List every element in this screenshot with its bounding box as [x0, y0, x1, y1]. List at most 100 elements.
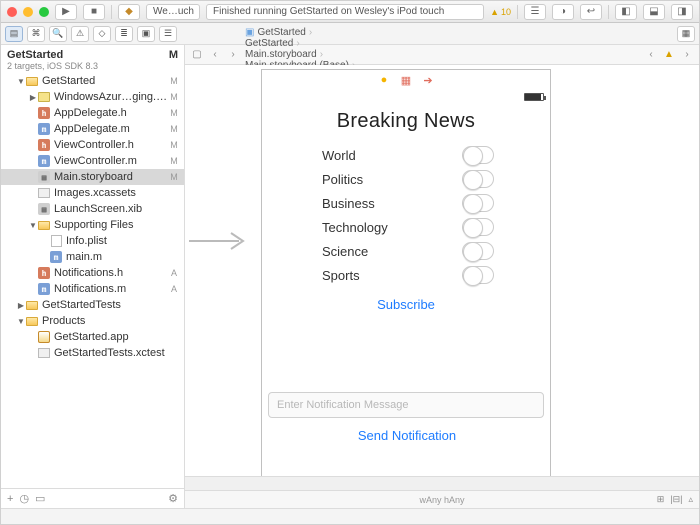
report-navigator-tab[interactable]: ☰ [159, 26, 177, 42]
file-label: WindowsAzur…ging.framework [54, 91, 168, 103]
activity-viewer: Finished running GetStarted on Wesley's … [206, 4, 484, 20]
chevron-right-icon: › [296, 38, 299, 49]
jump-bar[interactable]: ▢ ‹ › ▣ GetStarted › GetStarted › Main.s… [185, 45, 699, 65]
disclosure-triangle-icon[interactable]: ▶ [17, 301, 25, 310]
constraints-resolve-icon[interactable]: ▵ [688, 494, 693, 505]
minimize-window-button[interactable] [23, 7, 33, 17]
jump-bar-segment[interactable]: ▣ GetStarted › [243, 27, 357, 38]
warning-icon: ▲ [490, 7, 499, 17]
back-button[interactable]: ‹ [207, 48, 223, 62]
close-window-button[interactable] [7, 7, 17, 17]
category-row: Sports [262, 263, 550, 287]
editor-area: ▢ ‹ › ▣ GetStarted › GetStarted › Main.s… [185, 45, 699, 508]
filter-recent-icon[interactable]: ◷ [19, 492, 29, 505]
category-switch[interactable] [462, 194, 494, 212]
category-switch[interactable] [462, 170, 494, 188]
size-class-bar[interactable]: wAny hAny ⊞ |⊟| ▵ [185, 490, 699, 508]
first-responder-icon[interactable]: ▦ [400, 74, 412, 86]
toggle-utilities-button[interactable]: ◨ [671, 4, 693, 20]
assistant-editor-button[interactable]: ◑ [552, 4, 574, 20]
breakpoint-navigator-tab[interactable]: ▣ [137, 26, 155, 42]
send-notification-button[interactable]: Send Notification [262, 428, 552, 443]
test-navigator-tab[interactable]: ◇ [93, 26, 111, 42]
exit-icon[interactable]: ➔ [422, 74, 434, 86]
next-button[interactable]: › [679, 48, 695, 62]
view-controller-scene[interactable]: ● ▦ ➔ Breaking News WorldPoliticsBusines… [261, 69, 551, 476]
category-switch[interactable] [462, 218, 494, 236]
file-tree-item[interactable]: mNotifications.mA [1, 281, 184, 297]
disclosure-triangle-icon[interactable]: ▼ [17, 317, 25, 326]
toggle-navigator-button[interactable]: ◧ [615, 4, 637, 20]
constraints-pin-icon[interactable]: |⊟| [670, 494, 682, 505]
file-tree[interactable]: ▼GetStartedM ▶ WindowsAzur…ging.framework M… [1, 73, 184, 488]
file-label: Info.plist [66, 235, 168, 247]
category-switch[interactable] [462, 146, 494, 164]
file-label: Notifications.m [54, 283, 168, 295]
folder-icon: ▣ [245, 27, 254, 38]
debug-navigator-tab[interactable]: ≣ [115, 26, 133, 42]
notification-message-input[interactable]: Enter Notification Message [268, 392, 544, 418]
prev-issue-button[interactable]: ‹ [643, 48, 659, 62]
scm-badge: M [168, 156, 180, 166]
disclosure-triangle-icon[interactable]: ▼ [29, 221, 37, 230]
stop-button[interactable]: ■ [83, 4, 105, 20]
add-button[interactable]: + [7, 493, 13, 505]
file-tree-item[interactable]: ▶GetStartedTests [1, 297, 184, 313]
file-tree-item[interactable]: ▶WindowsAzur…ging.frameworkM [1, 89, 184, 105]
symbol-navigator-tab[interactable]: ⌘ [27, 26, 45, 42]
project-header[interactable]: GetStarted M 2 targets, iOS SDK 8.3 [1, 45, 184, 73]
standard-editor-button[interactable]: ☰ [524, 4, 546, 20]
run-button[interactable]: ▶ [55, 4, 77, 20]
file-tree-item[interactable]: Info.plist [1, 233, 184, 249]
file-tree-item[interactable]: ▦LaunchScreen.xib [1, 201, 184, 217]
interface-builder-canvas[interactable]: ● ▦ ➔ Breaking News WorldPoliticsBusines… [185, 65, 699, 476]
next-issue-button[interactable]: ▲ [661, 48, 677, 62]
project-scm-badge: M [169, 49, 178, 61]
disclosure-triangle-icon[interactable]: ▼ [17, 77, 25, 86]
file-tree-item[interactable]: ▼ Supporting Files [1, 217, 184, 233]
scheme-destination[interactable]: We…uch [146, 4, 200, 20]
file-tree-item[interactable]: ▼GetStartedM [1, 73, 184, 89]
filter-scm-icon[interactable]: ▭ [35, 492, 45, 505]
zoom-window-button[interactable] [39, 7, 49, 17]
filter-icon[interactable]: ⚙ [168, 492, 178, 505]
category-switch[interactable] [462, 266, 494, 284]
file-tree-item[interactable]: Images.xcassets [1, 185, 184, 201]
file-tree-item[interactable]: GetStarted.app [1, 329, 184, 345]
scheme-app-icon[interactable]: ◆ [118, 4, 140, 20]
jump-bar-segment[interactable]: GetStarted › [243, 38, 357, 49]
category-switch[interactable] [462, 242, 494, 260]
file-tree-item[interactable]: ▼Products [1, 313, 184, 329]
file-tree-item[interactable]: mViewController.mM [1, 153, 184, 169]
find-navigator-tab[interactable]: 🔍 [49, 26, 67, 42]
file-tree-item[interactable]: mmain.m [1, 249, 184, 265]
file-tree-item[interactable]: hAppDelegate.hM [1, 105, 184, 121]
category-row: World [262, 143, 550, 167]
vc-icon[interactable]: ● [378, 74, 390, 86]
crumb-label: Main.storyboard [245, 49, 317, 60]
version-editor-button[interactable]: ↩ [580, 4, 602, 20]
window-titlebar: ▶ ■ ◆ We…uch Finished running GetStarted… [1, 1, 699, 23]
file-tree-item[interactable]: ▦Main.storyboardM [1, 169, 184, 185]
jump-bar-segment[interactable]: Main.storyboard › [243, 49, 357, 60]
related-items-button[interactable]: ▢ [189, 48, 205, 62]
project-navigator-tab[interactable]: ▤ [5, 26, 23, 42]
file-label: Supporting Files [54, 219, 168, 231]
file-tree-item[interactable]: hViewController.hM [1, 137, 184, 153]
document-outline-toggle[interactable]: ▦ [677, 26, 695, 42]
disclosure-triangle-icon[interactable]: ▶ [29, 93, 37, 102]
forward-button[interactable]: › [225, 48, 241, 62]
main-area: GetStarted M 2 targets, iOS SDK 8.3 ▼Get… [1, 45, 699, 508]
file-tree-item[interactable]: GetStartedTests.xctest [1, 345, 184, 361]
file-tree-item[interactable]: hNotifications.hA [1, 265, 184, 281]
file-icon [37, 219, 51, 231]
file-label: Notifications.h [54, 267, 168, 279]
file-tree-item[interactable]: mAppDelegate.mM [1, 121, 184, 137]
subscribe-button[interactable]: Subscribe [262, 297, 550, 312]
horizontal-scrollbar[interactable] [185, 476, 699, 490]
issue-count[interactable]: ▲ 10 [490, 7, 511, 17]
constraints-align-icon[interactable]: ⊞ [657, 494, 665, 505]
issue-navigator-tab[interactable]: ⚠ [71, 26, 89, 42]
category-label: Business [322, 196, 375, 211]
toggle-debug-button[interactable]: ⬓ [643, 4, 665, 20]
